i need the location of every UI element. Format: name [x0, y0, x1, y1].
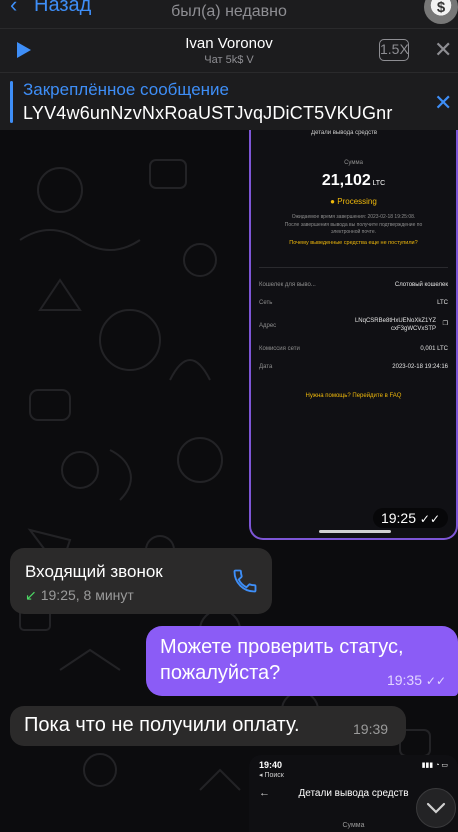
- row-value-network: LTC: [437, 300, 448, 306]
- row-value-address-2: cxF3gWCVxSTP: [390, 326, 436, 332]
- expected-note-3: электронной почте.: [330, 229, 377, 235]
- withdrawal-screenshot: Детали вывода средств Сумма 21,102 LTC ●…: [251, 130, 456, 538]
- pinned-title: Закреплённое сообщение: [23, 80, 229, 99]
- pinned-text: LYV4w6unNzvNxRoaUSTJvqJDiCT5VKUGnr: [23, 103, 393, 123]
- row-label-address: Адрес: [259, 323, 277, 329]
- expected-note: Ожидаемое время завершения: 2023-02-18 1…: [291, 214, 416, 220]
- photo-timestamp: 19:25 ✓✓: [372, 508, 448, 528]
- status-bar-icons: ▮▮▮ ◔ ▭: [421, 762, 448, 769]
- row-value-fee: 0,001 LTC: [420, 346, 448, 352]
- dollar-icon: $: [436, 0, 446, 16]
- incoming-timestamp: 19:39: [353, 721, 389, 737]
- expected-note-2: После завершения вывода вы получите подт…: [284, 222, 423, 228]
- row-label-wallet: Кошелек для выво...: [259, 282, 316, 288]
- amount-row: 21,102 LTC: [251, 172, 456, 190]
- call-detail-text: 19:25, 8 минут: [40, 587, 134, 603]
- outgoing-timestamp: 19:35 ✓✓: [387, 672, 446, 688]
- row-value-address: LNqCSRBe8tHxUENoXkZ1YZ: [354, 318, 436, 324]
- double-check-icon: ✓✓: [425, 674, 446, 688]
- double-check-icon: ✓✓: [419, 512, 440, 526]
- row-label-network: Сеть: [259, 300, 273, 306]
- amount-currency: LTC: [372, 180, 386, 187]
- row-label-fee: Комиссия сети: [259, 346, 300, 352]
- chat-header: ‹ Назад был(а) недавно $: [0, 0, 458, 28]
- faq-link: Нужна помощь? Перейдите в FAQ: [305, 393, 402, 399]
- status-badge: ● Processing: [251, 197, 456, 206]
- outgoing-message[interactable]: Можете проверить статус, пожалуйста? 19:…: [146, 626, 458, 696]
- phone-icon[interactable]: [231, 567, 259, 595]
- status-text: Processing: [337, 197, 377, 206]
- pinned-accent-line: [10, 81, 13, 123]
- incoming-text: Пока что не получили оплату.: [24, 714, 300, 736]
- amount-value: 21,102: [321, 172, 371, 189]
- photo-message[interactable]: Детали вывода средств Сумма 21,102 LTC ●…: [249, 130, 458, 540]
- scroll-down-button[interactable]: [416, 788, 456, 828]
- incoming-arrow-icon: ↙: [25, 587, 37, 603]
- chevron-down-icon: [426, 802, 446, 814]
- call-detail: ↙ 19:25, 8 минут: [25, 587, 134, 604]
- pinned-message-bar[interactable]: Закреплённое сообщение LYV4w6unNzvNxRoaU…: [0, 72, 458, 130]
- row-label-date: Дата: [259, 364, 273, 370]
- row-value-date: 2023-02-18 19:24:16: [392, 364, 448, 370]
- sum-label: Сумма: [344, 160, 363, 166]
- audio-player-bar[interactable]: Ivan Voronov Чат 5k$ V 1.5X ✕: [0, 28, 458, 72]
- photo-time-text: 19:25: [380, 510, 416, 526]
- home-indicator: [319, 530, 391, 533]
- clock-icon: ●: [330, 197, 336, 206]
- incoming-call-message[interactable]: Входящий звонок ↙ 19:25, 8 минут: [10, 548, 272, 614]
- close-pinned-icon[interactable]: ✕: [434, 90, 452, 116]
- screenshot-back-label: ◂ Поиск: [259, 772, 284, 779]
- playback-speed-button[interactable]: 1.5X: [379, 39, 409, 61]
- outgoing-time-text: 19:35: [386, 672, 422, 688]
- close-player-icon[interactable]: ✕: [434, 37, 452, 63]
- call-title: Входящий звонок: [25, 562, 163, 581]
- help-link: Почему выведенные средства еще не поступ…: [289, 240, 418, 246]
- screenshot-header: Детали вывода средств: [311, 130, 378, 136]
- screenshot-clock: 19:40: [259, 760, 283, 770]
- last-seen-status: был(а) недавно: [171, 3, 287, 20]
- divider: [259, 267, 448, 268]
- incoming-message[interactable]: Пока что не получили оплату. 19:39: [10, 706, 406, 746]
- row-value-wallet: Слотовый кошелек: [394, 282, 448, 288]
- copy-icon: ❐: [442, 321, 448, 327]
